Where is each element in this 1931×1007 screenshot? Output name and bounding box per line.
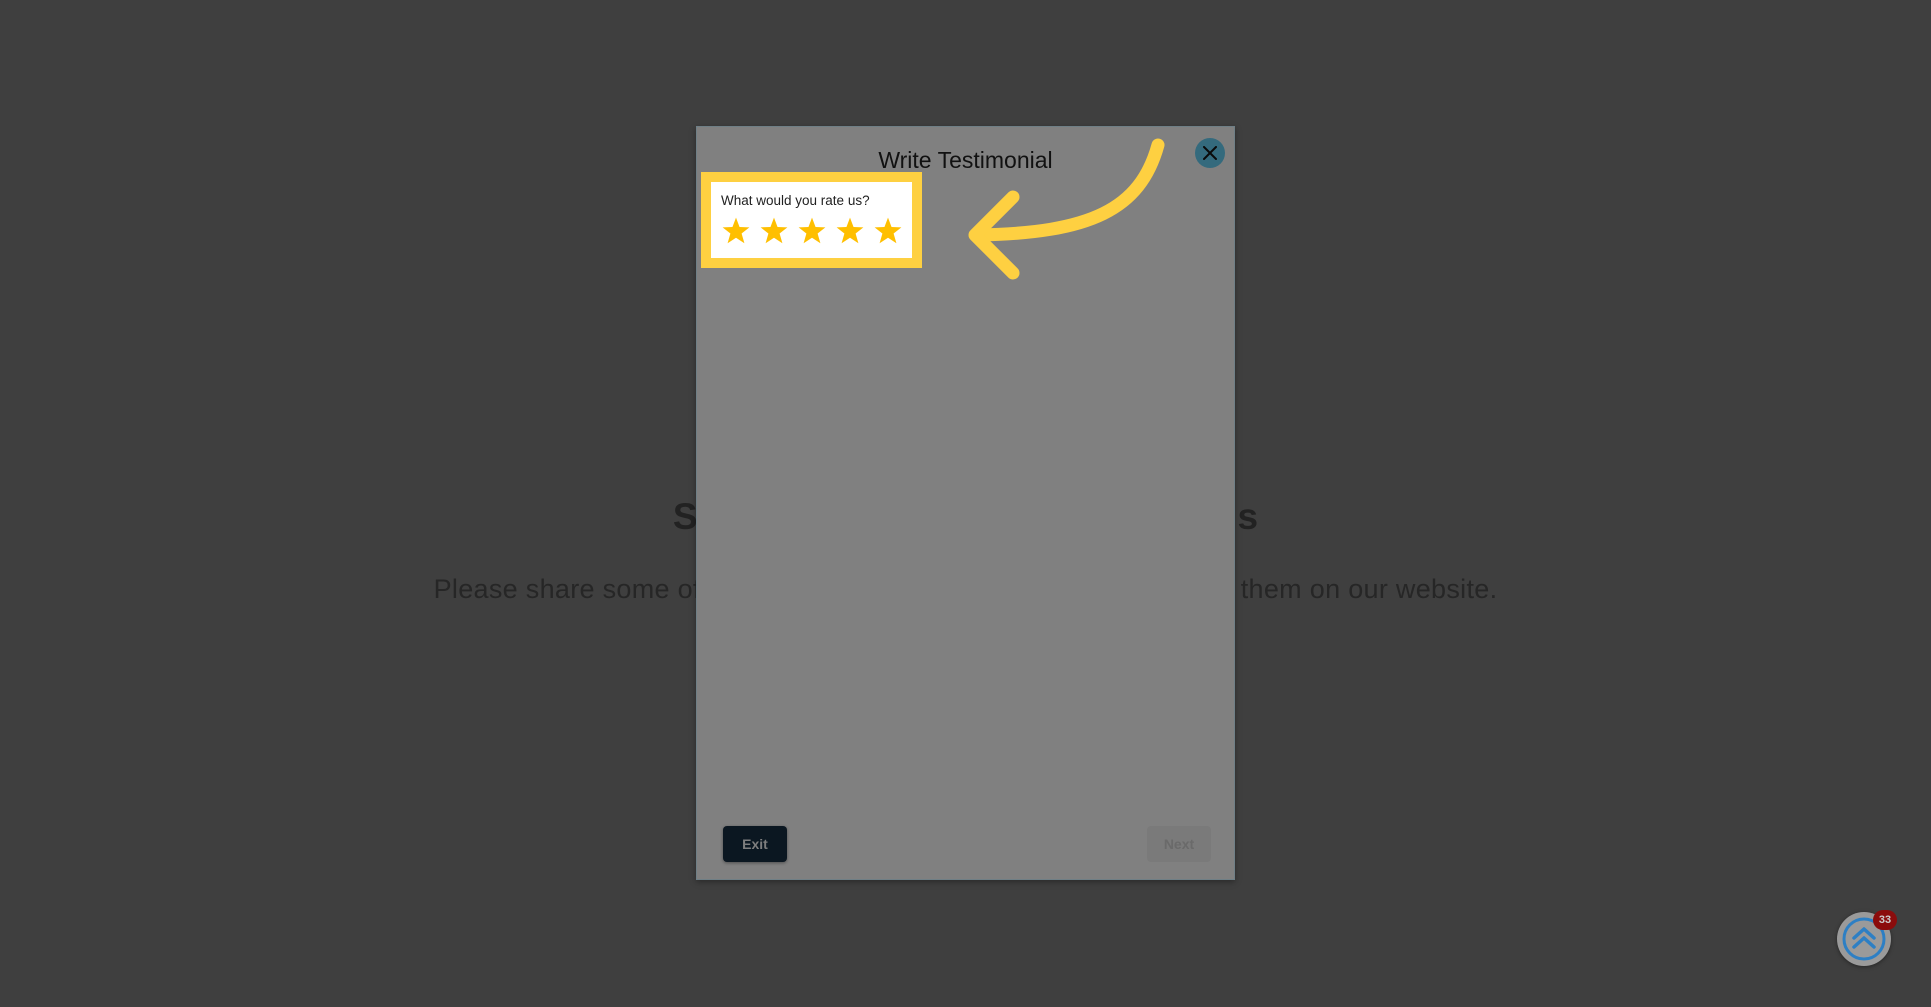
star-icon[interactable] — [873, 217, 903, 245]
notification-badge: 33 — [1873, 910, 1897, 930]
next-button[interactable]: Next — [1147, 826, 1211, 862]
rating-question: What would you rate us? — [721, 193, 870, 208]
curved-arrow-icon — [968, 138, 1165, 280]
page-subtitle-left: Please share some of — [433, 574, 701, 604]
close-button[interactable] — [1195, 138, 1225, 168]
page-heading-right: s — [1237, 496, 1259, 537]
rating-card: What would you rate us? — [711, 182, 912, 258]
star-icon[interactable] — [759, 217, 789, 245]
star-icon[interactable] — [721, 217, 751, 245]
star-icon[interactable] — [835, 217, 865, 245]
exit-button[interactable]: Exit — [723, 826, 787, 862]
page-subtitle-right: them on our website. — [1240, 574, 1498, 604]
close-icon — [1203, 146, 1217, 160]
page-heading-left: S — [672, 496, 698, 537]
rating-highlight: What would you rate us? — [701, 172, 922, 268]
star-rating[interactable] — [721, 217, 912, 245]
star-icon[interactable] — [797, 217, 827, 245]
